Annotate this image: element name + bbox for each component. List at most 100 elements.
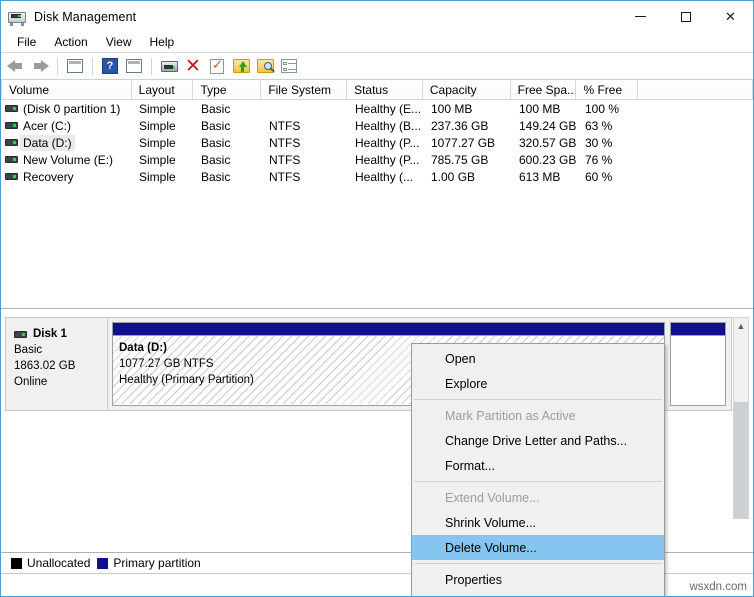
menu-file[interactable]: File	[8, 33, 45, 51]
volume-icon	[5, 105, 18, 112]
folder-search-icon[interactable]	[254, 55, 276, 77]
toolbar: ? ✕	[1, 53, 753, 80]
menu-help[interactable]: Help	[141, 33, 184, 51]
cell-capacity: 1077.27 GB	[424, 136, 512, 150]
partition-capacity-bar	[671, 323, 725, 336]
cell-status: Healthy (E...	[348, 102, 424, 116]
column-header-percent-free[interactable]: % Free	[576, 80, 638, 99]
table-row[interactable]: RecoverySimpleBasicNTFSHealthy (...1.00 …	[1, 168, 753, 185]
context-menu-item-shrink-volume[interactable]: Shrink Volume...	[412, 510, 664, 535]
context-menu-item-open[interactable]: Open	[412, 346, 664, 371]
forward-arrow-icon[interactable]	[29, 55, 51, 77]
maximize-button[interactable]	[663, 1, 708, 32]
partition-secondary[interactable]	[670, 322, 726, 406]
menu-action[interactable]: Action	[45, 33, 96, 51]
table-row[interactable]: New Volume (E:)SimpleBasicNTFSHealthy (P…	[1, 151, 753, 168]
cell-capacity: 785.75 GB	[424, 153, 512, 167]
disk-icon	[14, 331, 27, 338]
cell-percent-free: 60 %	[578, 170, 640, 184]
context-menu-item-properties[interactable]: Properties	[412, 567, 664, 592]
volume-icon	[5, 173, 18, 180]
legend-label-primary: Primary partition	[113, 556, 200, 570]
window-controls: ✕	[618, 1, 753, 32]
watermark: wsxdn.com	[689, 581, 747, 593]
list-properties-icon[interactable]	[278, 55, 300, 77]
scrollbar-thumb[interactable]	[734, 402, 748, 519]
table-row[interactable]: (Disk 0 partition 1) SimpleBasic Healthy (…	[1, 100, 753, 117]
context-menu: OpenExplore Mark Partition as ActiveChang…	[411, 343, 665, 597]
back-arrow-icon[interactable]	[5, 55, 27, 77]
cell-status: Healthy (P...	[348, 153, 424, 167]
volume-list-header: Volume Layout Type File System Status Ca…	[1, 80, 753, 100]
context-menu-separator	[414, 399, 662, 400]
delete-icon[interactable]: ✕	[182, 55, 204, 77]
cell-capacity: 100 MB	[424, 102, 512, 116]
legend-item-primary: Primary partition	[97, 556, 200, 570]
check-icon[interactable]	[206, 55, 228, 77]
disk-name: Disk 1	[33, 326, 67, 342]
scroll-up-button[interactable]: ▲	[734, 318, 748, 333]
disk-drive-icon	[8, 9, 26, 25]
column-header-capacity[interactable]: Capacity	[423, 80, 511, 99]
cell-percent-free: 63 %	[578, 119, 640, 133]
context-menu-item-format[interactable]: Format...	[412, 453, 664, 478]
context-menu-separator	[414, 563, 662, 564]
context-menu-item-help[interactable]: Help	[412, 592, 664, 597]
column-header-volume[interactable]: Volume	[1, 80, 132, 99]
cell-layout: Simple	[132, 170, 194, 184]
context-menu-item-explore[interactable]: Explore	[412, 371, 664, 396]
context-menu-item-mark-partition-as-active: Mark Partition as Active	[412, 403, 664, 428]
volume-label: Data (D:)	[20, 135, 75, 151]
cell-capacity: 1.00 GB	[424, 170, 512, 184]
volume-label: (Disk 0 partition 1)	[23, 102, 120, 116]
cell-type: Basic	[194, 170, 262, 184]
cell-volume: Acer (C:)	[1, 119, 132, 133]
drive-icon[interactable]	[158, 55, 180, 77]
volume-list-rows: (Disk 0 partition 1)SimpleBasicHealthy (…	[1, 100, 753, 185]
disk-name-row: Disk 1	[14, 326, 107, 342]
minimize-button[interactable]	[618, 1, 663, 32]
context-menu-item-delete-volume[interactable]: Delete Volume...	[412, 535, 664, 560]
menu-view[interactable]: View	[97, 33, 141, 51]
help-icon[interactable]: ?	[99, 55, 121, 77]
cell-layout: Simple	[132, 136, 194, 150]
show-hide-console-tree-icon[interactable]	[64, 55, 86, 77]
cell-percent-free: 76 %	[578, 153, 640, 167]
table-row[interactable]: Acer (C:)SimpleBasicNTFSHealthy (B...237…	[1, 117, 753, 134]
volume-icon	[5, 156, 18, 163]
cell-file-system: NTFS	[262, 119, 348, 133]
cell-free-space: 600.23 GB	[512, 153, 578, 167]
legend-item-unallocated: Unallocated	[11, 556, 90, 570]
cell-status: Healthy (B...	[348, 119, 424, 133]
cell-percent-free: 30 %	[578, 136, 640, 150]
column-header-layout[interactable]: Layout	[132, 80, 194, 99]
toolbar-separator	[57, 58, 58, 75]
column-header-free-space[interactable]: Free Spa...	[511, 80, 577, 99]
cell-layout: Simple	[132, 102, 194, 116]
cell-type: Basic	[194, 119, 262, 133]
window-title: Disk Management	[34, 10, 136, 24]
cell-type: Basic	[194, 153, 262, 167]
column-header-status[interactable]: Status	[347, 80, 423, 99]
disk-info-panel[interactable]: Disk 1 Basic 1863.02 GB Online	[6, 318, 108, 410]
legend-label-unallocated: Unallocated	[27, 556, 90, 570]
folder-up-icon[interactable]	[230, 55, 252, 77]
cell-file-system: NTFS	[262, 153, 348, 167]
column-header-type[interactable]: Type	[193, 80, 261, 99]
close-button[interactable]: ✕	[708, 1, 753, 32]
title-bar: Disk Management ✕	[1, 1, 753, 32]
table-row[interactable]: Data (D:)SimpleBasicNTFSHealthy (P...107…	[1, 134, 753, 151]
column-header-blank[interactable]	[638, 80, 753, 99]
properties-list-icon[interactable]	[123, 55, 145, 77]
context-menu-item-change-drive-letter-and-paths[interactable]: Change Drive Letter and Paths...	[412, 428, 664, 453]
volume-list: Volume Layout Type File System Status Ca…	[1, 80, 753, 309]
toolbar-separator	[92, 58, 93, 75]
cell-type: Basic	[194, 136, 262, 150]
cell-status: Healthy (P...	[348, 136, 424, 150]
cell-type: Basic	[194, 102, 262, 116]
volume-label: Acer (C:)	[23, 119, 71, 133]
vertical-scrollbar[interactable]: ▲ ▼	[733, 317, 749, 519]
cell-volume: New Volume (E:)	[1, 153, 132, 167]
menu-bar: File Action View Help	[1, 32, 753, 53]
column-header-file-system[interactable]: File System	[261, 80, 347, 99]
